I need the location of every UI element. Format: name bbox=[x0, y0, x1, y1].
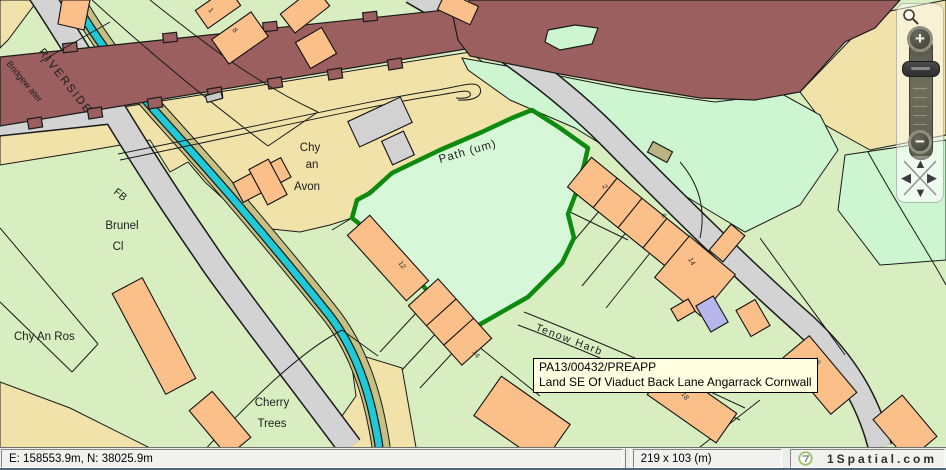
pan-down-arrow-icon[interactable]: ▼ bbox=[914, 186, 927, 199]
label-chy-an-avon-1: Chy bbox=[300, 142, 321, 154]
label-chy-an-ros: Chy An Ros bbox=[14, 331, 75, 343]
pan-left-arrow-icon[interactable]: ◀ bbox=[901, 171, 911, 184]
brand-area[interactable]: 1Spatial.com bbox=[790, 449, 945, 468]
pan-up-arrow-icon[interactable]: ▲ bbox=[914, 157, 927, 170]
tooltip-description: Land SE Of Viaduct Back Lane Angarrack C… bbox=[539, 375, 812, 390]
zoom-tick bbox=[913, 115, 927, 116]
search-icon[interactable] bbox=[902, 8, 920, 26]
feature-tooltip: PA13/00432/PREAPP Land SE Of Viaduct Bac… bbox=[533, 358, 818, 393]
map-navigation-panel: + − ▲ ▼ ◀ ▶ bbox=[896, 3, 944, 203]
label-chy-an-avon-2: an bbox=[306, 159, 319, 171]
map-extent: 219 x 103 (m) bbox=[633, 449, 782, 468]
label-brunel-cl-2: Cl bbox=[113, 241, 124, 253]
status-bar: E: 158553.9m, N: 38025.9m 219 x 103 (m) … bbox=[0, 447, 946, 469]
label-chy-an-avon-3: Avon bbox=[294, 181, 320, 193]
tooltip-reference: PA13/00432/PREAPP bbox=[539, 360, 812, 375]
pan-control: ▲ ▼ ◀ ▶ bbox=[899, 156, 941, 200]
zoom-slider-handle[interactable] bbox=[902, 61, 940, 77]
label-cherry-trees-2: Trees bbox=[258, 418, 287, 430]
zoom-tick bbox=[913, 124, 927, 125]
label-brunel-cl-1: Brunel bbox=[105, 220, 138, 232]
zoom-tick bbox=[913, 106, 927, 107]
zoom-tick bbox=[913, 88, 927, 89]
gis-application-window: { "map": { "street_labels": { "riverside… bbox=[0, 0, 946, 470]
label-cherry-trees-1: Cherry bbox=[255, 397, 290, 409]
zoom-out-button[interactable]: − bbox=[908, 130, 932, 154]
1spatial-logo-icon bbox=[798, 451, 813, 466]
pan-right-arrow-icon[interactable]: ▶ bbox=[927, 171, 937, 184]
zoom-in-button[interactable]: + bbox=[907, 26, 933, 52]
brand-link[interactable]: 1Spatial.com bbox=[823, 452, 937, 466]
status-divider bbox=[625, 449, 631, 468]
zoom-tick bbox=[913, 97, 927, 98]
cursor-coordinates: E: 158553.9m, N: 38025.9m bbox=[1, 449, 623, 468]
